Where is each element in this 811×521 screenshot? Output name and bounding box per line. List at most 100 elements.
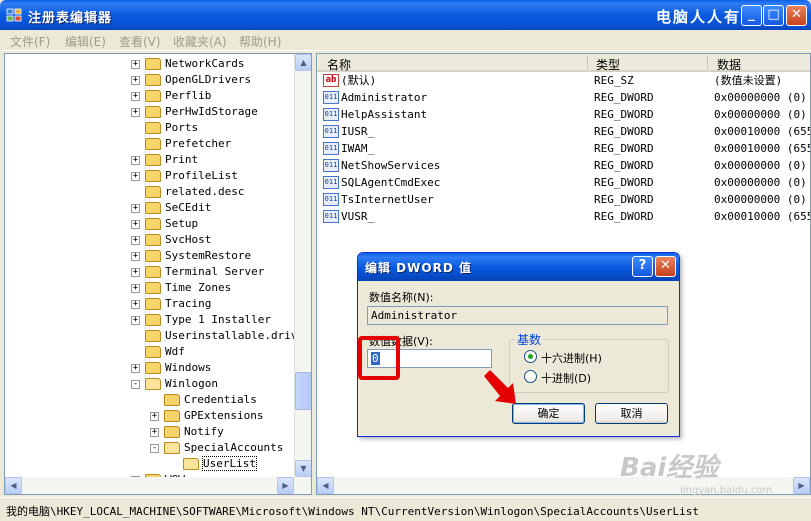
- tree-item[interactable]: + Windows: [131, 360, 211, 376]
- tree-item-label[interactable]: Terminal Server: [165, 265, 264, 278]
- tree-item-label[interactable]: Ports: [165, 121, 198, 134]
- scroll-left-button[interactable]: ◀: [5, 477, 22, 494]
- tree-item-label[interactable]: ProfileList: [165, 169, 238, 182]
- scroll-right-button[interactable]: ▶: [277, 477, 294, 494]
- tree-item[interactable]: + Perflib: [131, 88, 211, 104]
- tree-horizontal-scrollbar[interactable]: ◀ ▶: [5, 477, 311, 494]
- column-name[interactable]: 名称: [327, 56, 351, 73]
- tree-item-label[interactable]: SeCEdit: [165, 201, 211, 214]
- list-row[interactable]: 011 IUSR_ REG_DWORD 0x00010000 (6553: [317, 123, 810, 140]
- tree-item-label[interactable]: Prefetcher: [165, 137, 231, 150]
- list-row[interactable]: 011 NetShowServices REG_DWORD 0x00000000 (0…: [317, 157, 810, 174]
- menu-help[interactable]: 帮助(H): [239, 33, 281, 50]
- collapse-icon[interactable]: -: [131, 379, 140, 389]
- radio-hex-label[interactable]: 十六进制(H): [541, 350, 602, 366]
- collapse-icon[interactable]: -: [150, 443, 159, 453]
- expand-icon[interactable]: +: [150, 427, 159, 437]
- tree-item[interactable]: + Time Zones: [131, 280, 231, 296]
- menu-file[interactable]: 文件(F): [10, 33, 50, 50]
- tree-item[interactable]: + Terminal Server: [131, 264, 264, 280]
- maximize-button[interactable]: □: [763, 5, 784, 26]
- scroll-up-button[interactable]: ▲: [295, 54, 311, 71]
- tree-item-label[interactable]: UserList: [202, 456, 257, 471]
- ok-button[interactable]: 确定: [512, 403, 585, 424]
- column-type[interactable]: 类型: [596, 56, 620, 73]
- expand-icon[interactable]: +: [131, 155, 140, 165]
- close-button[interactable]: ✕: [786, 5, 807, 26]
- scroll-thumb[interactable]: [295, 372, 311, 410]
- expand-icon[interactable]: +: [131, 59, 140, 69]
- tree-item-label[interactable]: Windows: [165, 361, 211, 374]
- expand-icon[interactable]: +: [131, 203, 140, 213]
- tree-item[interactable]: related.desc: [131, 184, 244, 200]
- tree-item-label[interactable]: Winlogon: [165, 377, 218, 390]
- value-name-field[interactable]: Administrator: [367, 306, 668, 325]
- tree-item-label[interactable]: GPExtensions: [184, 409, 263, 422]
- expand-icon[interactable]: +: [131, 315, 140, 325]
- tree-item[interactable]: UserList: [169, 456, 257, 472]
- expand-icon[interactable]: +: [131, 251, 140, 261]
- list-row[interactable]: 011 SQLAgentCmdExec REG_DWORD 0x00000000 (0…: [317, 174, 810, 191]
- tree-item[interactable]: + SeCEdit: [131, 200, 211, 216]
- expand-icon[interactable]: +: [131, 299, 140, 309]
- tree-item-label[interactable]: related.desc: [165, 185, 244, 198]
- tree-item[interactable]: + Type 1 Installer: [131, 312, 271, 328]
- tree-item[interactable]: + SvcHost: [131, 232, 211, 248]
- tree-item-label[interactable]: Setup: [165, 217, 198, 230]
- tree-item[interactable]: - Winlogon: [131, 376, 218, 392]
- tree-item-label[interactable]: OpenGLDrivers: [165, 73, 251, 86]
- tree-item-label[interactable]: Time Zones: [165, 281, 231, 294]
- tree-item[interactable]: + NetworkCards: [131, 56, 244, 72]
- tree-item[interactable]: Prefetcher: [131, 136, 231, 152]
- radio-dec[interactable]: [524, 370, 537, 383]
- tree-item[interactable]: Wdf: [131, 344, 185, 360]
- dialog-close-button[interactable]: ✕: [655, 256, 676, 277]
- expand-icon[interactable]: +: [131, 75, 140, 85]
- list-scroll-right-button[interactable]: ▶: [793, 477, 810, 494]
- radio-hex[interactable]: [524, 350, 537, 363]
- tree-item[interactable]: + GPExtensions: [150, 408, 263, 424]
- tree-item[interactable]: + PerHwIdStorage: [131, 104, 258, 120]
- expand-icon[interactable]: +: [131, 235, 140, 245]
- tree-item[interactable]: Credentials: [150, 392, 257, 408]
- menu-favorites[interactable]: 收藏夹(A): [173, 33, 227, 50]
- tree-item-label[interactable]: Wdf: [165, 345, 185, 358]
- tree-item-label[interactable]: PerHwIdStorage: [165, 105, 258, 118]
- list-row[interactable]: 011 IWAM_ REG_DWORD 0x00010000 (6553: [317, 140, 810, 157]
- tree-item-label[interactable]: SpecialAccounts: [184, 441, 283, 454]
- tree-item[interactable]: + ProfileList: [131, 168, 238, 184]
- tree-item[interactable]: + Setup: [131, 216, 198, 232]
- radio-dec-label[interactable]: 十进制(D): [541, 370, 591, 386]
- tree-item-label[interactable]: Credentials: [184, 393, 257, 406]
- list-row[interactable]: ab (默认) REG_SZ (数值未设置): [317, 72, 810, 89]
- list-row[interactable]: 011 Administrator REG_DWORD 0x00000000 (0): [317, 89, 810, 106]
- tree-item-label[interactable]: Type 1 Installer: [165, 313, 271, 326]
- expand-icon[interactable]: +: [131, 267, 140, 277]
- menu-edit[interactable]: 编辑(E): [65, 33, 106, 50]
- expand-icon[interactable]: +: [131, 171, 140, 181]
- tree-item[interactable]: Userinstallable.drivers: [131, 328, 311, 344]
- expand-icon[interactable]: +: [131, 363, 140, 373]
- menu-view[interactable]: 查看(V): [119, 33, 161, 50]
- help-button[interactable]: ?: [632, 256, 653, 277]
- tree-item-label[interactable]: Userinstallable.drivers: [165, 329, 311, 342]
- tree-item[interactable]: Ports: [131, 120, 198, 136]
- scroll-down-button[interactable]: ▼: [295, 460, 311, 477]
- tree-item-label[interactable]: SystemRestore: [165, 249, 251, 262]
- list-row[interactable]: 011 HelpAssistant REG_DWORD 0x00000000 (0): [317, 106, 810, 123]
- tree-item[interactable]: + OpenGLDrivers: [131, 72, 251, 88]
- tree-item[interactable]: + Print: [131, 152, 198, 168]
- registry-tree[interactable]: + NetworkCards + OpenGLDrivers + Perflib + PerH…: [4, 53, 312, 495]
- tree-item-label[interactable]: Tracing: [165, 297, 211, 310]
- tree-item-label[interactable]: NetworkCards: [165, 57, 244, 70]
- expand-icon[interactable]: +: [131, 219, 140, 229]
- tree-vertical-scrollbar[interactable]: ▲ ▼: [294, 54, 311, 478]
- expand-icon[interactable]: +: [131, 107, 140, 117]
- minimize-button[interactable]: _: [741, 5, 762, 26]
- tree-item[interactable]: - SpecialAccounts: [150, 440, 283, 456]
- tree-item-label[interactable]: Print: [165, 153, 198, 166]
- cancel-button[interactable]: 取消: [595, 403, 668, 424]
- tree-item-label[interactable]: SvcHost: [165, 233, 211, 246]
- expand-icon[interactable]: +: [150, 411, 159, 421]
- tree-item[interactable]: + Tracing: [131, 296, 211, 312]
